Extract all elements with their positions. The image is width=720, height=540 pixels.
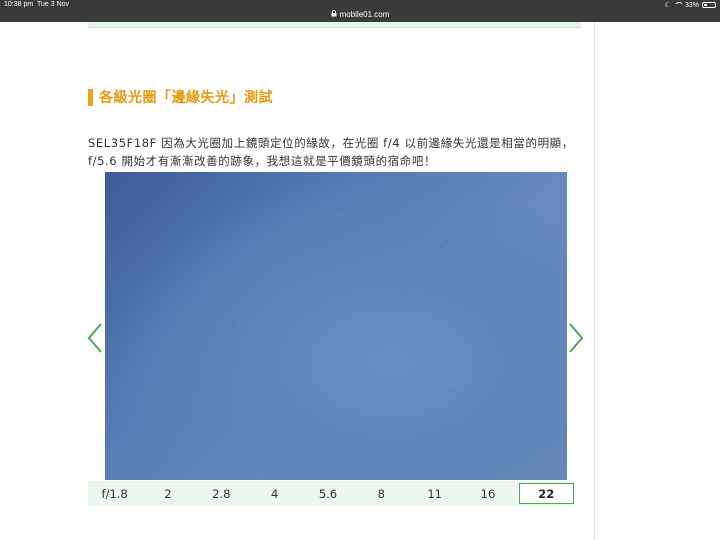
wifi-icon: [673, 2, 684, 8]
aperture-tab-11[interactable]: 11: [408, 481, 461, 506]
previous-gallery-strip: [88, 22, 581, 28]
content-divider: [594, 22, 595, 540]
article-paragraph: SEL35F18F 因為大光圈加上鏡頭定位的緣故，在光圈 f/4 以前邊緣失光還…: [88, 134, 588, 170]
battery-percent: 33%: [684, 1, 699, 9]
section-title: 各級光圈「邊緣失光」測試: [99, 90, 273, 106]
chevron-right-icon: [569, 323, 584, 353]
paragraph-line-2: f/5.6 開始才有漸漸改善的跡象，我想這就是平價鏡頭的宿命吧！: [88, 154, 437, 168]
heading-accent-bar: [88, 88, 93, 106]
status-bar: 10:38 pm Tue 3 Nov mobile01.com ☾ 33%: [0, 0, 720, 22]
section-heading: 各級光圈「邊緣失光」測試: [88, 88, 273, 106]
chevron-left-icon: [87, 323, 102, 353]
previous-image-button[interactable]: [87, 322, 103, 354]
aperture-tab-2-8[interactable]: 2.8: [195, 481, 248, 506]
status-time: 10:38 pm: [4, 1, 34, 8]
aperture-tab-22[interactable]: 22: [518, 483, 574, 504]
moon-icon: ☾: [664, 2, 671, 9]
aperture-tab-8[interactable]: 8: [355, 481, 408, 506]
status-date: Tue 3 Nov: [37, 1, 70, 8]
next-image-button[interactable]: [568, 322, 584, 354]
aperture-tab-f1-8[interactable]: f/1.8: [88, 481, 141, 506]
battery-icon: [702, 2, 716, 8]
paragraph-line-1: SEL35F18F 因為大光圈加上鏡頭定位的緣故，在光圈 f/4 以前邊緣失光還…: [88, 136, 574, 150]
aperture-tab-16[interactable]: 16: [461, 481, 514, 506]
status-indicators: ☾ 33%: [665, 1, 716, 9]
aperture-selector: f/1.8 2 2.8 4 5.6 8 11 16 22: [88, 481, 574, 506]
aperture-tab-5-6[interactable]: 5.6: [301, 481, 354, 506]
lock-icon: [331, 10, 337, 19]
sample-photo[interactable]: [105, 172, 567, 480]
url-text: mobile01.com: [339, 10, 390, 19]
address-bar[interactable]: mobile01.com: [0, 10, 720, 19]
aperture-tab-4[interactable]: 4: [248, 481, 301, 506]
aperture-tab-2[interactable]: 2: [141, 481, 194, 506]
